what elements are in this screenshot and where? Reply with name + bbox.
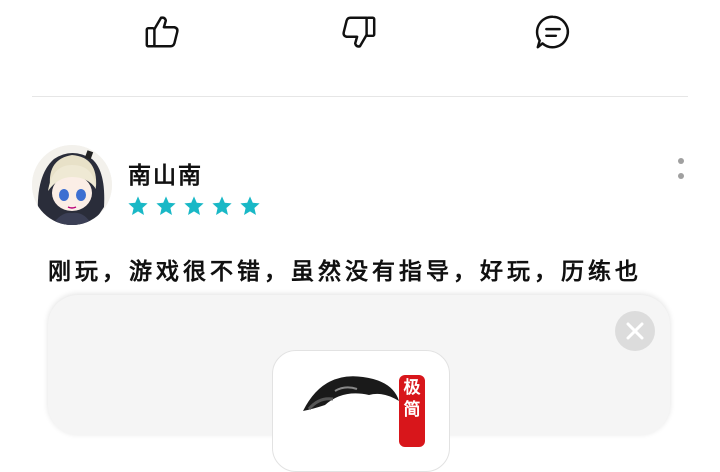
popup-close-button[interactable] bbox=[615, 311, 655, 351]
review-action-bar bbox=[0, 0, 720, 70]
app-icon-card[interactable]: 极简 bbox=[272, 350, 450, 472]
comment-button[interactable] bbox=[533, 12, 573, 52]
star-icon bbox=[156, 196, 176, 215]
star-icon bbox=[184, 196, 204, 215]
more-dot bbox=[678, 173, 684, 179]
review-text: 刚玩，游戏很不错，虽然没有指导，好玩，历练也 bbox=[48, 258, 642, 285]
star-icon bbox=[240, 196, 260, 215]
avatar-image bbox=[32, 145, 112, 225]
thumbs-up-icon bbox=[145, 16, 179, 48]
divider bbox=[32, 96, 688, 97]
avatar[interactable] bbox=[32, 145, 112, 225]
star-icon bbox=[212, 196, 232, 215]
more-options-button[interactable] bbox=[670, 156, 692, 188]
rating-stars bbox=[127, 195, 261, 217]
username[interactable]: 南山南 bbox=[128, 156, 203, 190]
star-icon bbox=[128, 196, 148, 215]
dislike-button[interactable] bbox=[339, 12, 379, 52]
app-popup-sheet: 极简 bbox=[48, 295, 670, 472]
like-button[interactable] bbox=[142, 12, 182, 52]
more-dot bbox=[678, 158, 684, 164]
close-icon bbox=[626, 322, 644, 340]
comment-icon bbox=[535, 15, 570, 49]
app-badge: 极简 bbox=[399, 375, 425, 447]
thumbs-down-icon bbox=[342, 16, 376, 48]
